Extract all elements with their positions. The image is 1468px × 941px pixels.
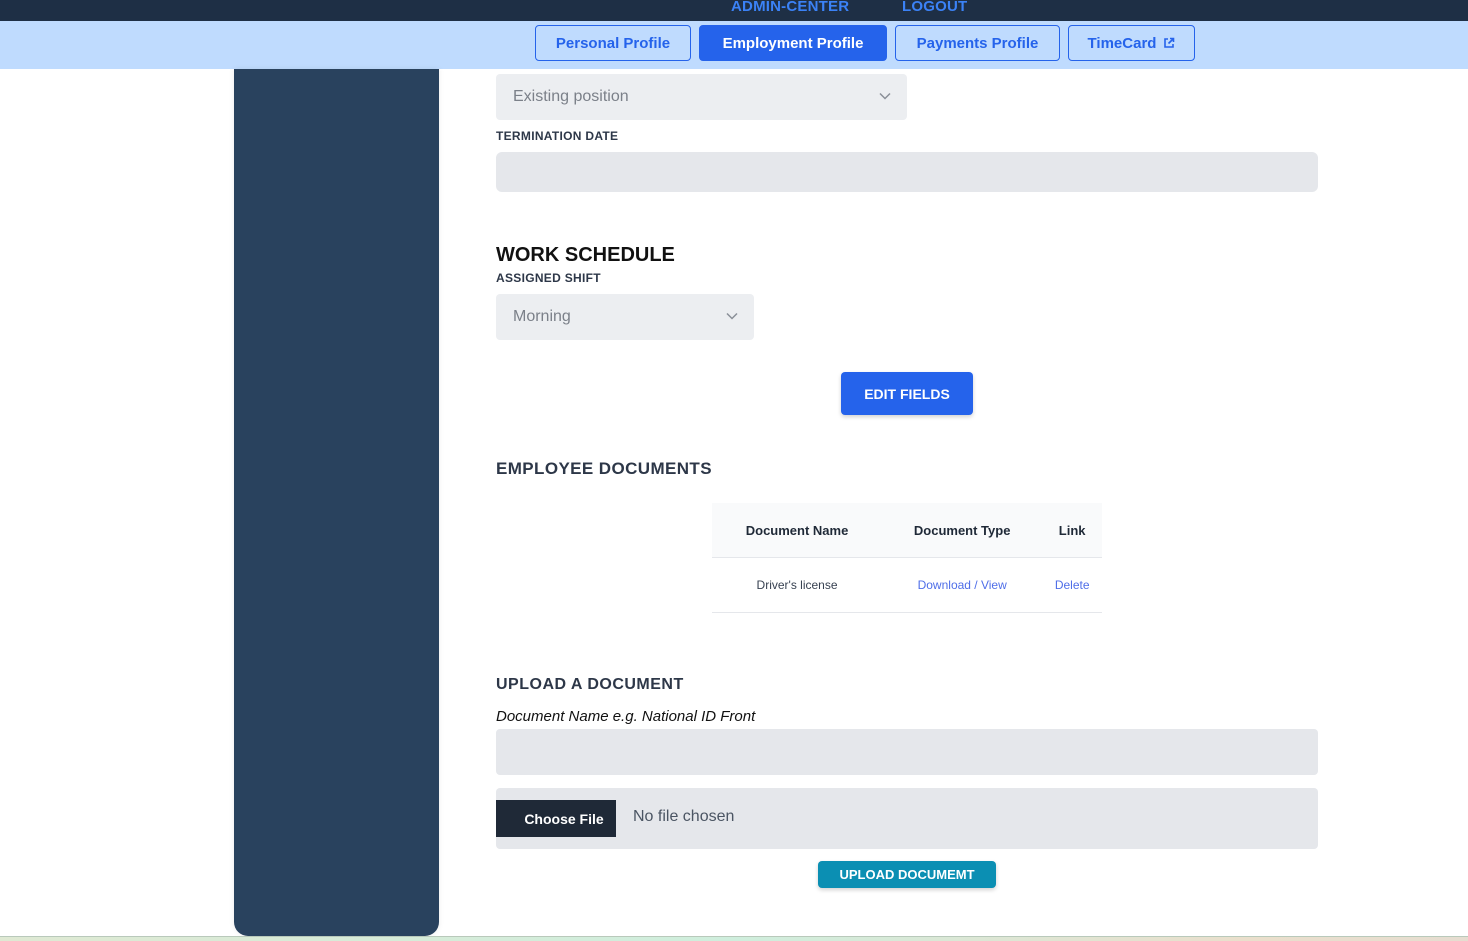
logout-link[interactable]: LOGOUT <box>902 0 967 15</box>
work-schedule-heading: WORK SCHEDULE <box>496 244 675 266</box>
external-link-icon <box>1164 37 1175 48</box>
document-name-cell: Driver's license <box>712 557 883 613</box>
document-name-label: Document Name e.g. National ID Front <box>496 708 756 725</box>
admin-center-link[interactable]: ADMIN-CENTER <box>731 0 849 15</box>
upload-document-heading: UPLOAD A DOCUMENT <box>496 676 684 693</box>
tab-label: Employment Profile <box>722 34 864 52</box>
upload-document-button[interactable]: UPLOAD DOCUMEMT <box>818 861 996 888</box>
employee-documents-heading: EMPLOYEE DOCUMENTS <box>496 459 712 478</box>
sidebar <box>234 69 439 936</box>
chevron-down-icon <box>726 312 738 320</box>
table-row: Driver's license Download / View Delete <box>712 557 1102 613</box>
tab-timecard[interactable]: TimeCard <box>1068 25 1195 61</box>
file-input[interactable]: Choose File No file chosen <box>496 788 1318 849</box>
documents-table: Document Name Document Type Link Driver'… <box>712 503 1102 613</box>
tab-label: Personal Profile <box>555 34 671 52</box>
tab-payments-profile[interactable]: Payments Profile <box>895 25 1060 61</box>
termination-date-input[interactable] <box>496 152 1318 192</box>
position-select[interactable]: Existing position <box>496 74 907 120</box>
chevron-down-icon <box>879 92 891 100</box>
download-view-link[interactable]: Download / View <box>918 578 1007 592</box>
position-select-value: Existing position <box>513 88 629 105</box>
tab-label: TimeCard <box>1087 34 1157 52</box>
assigned-shift-label: ASSIGNED SHIFT <box>496 271 601 285</box>
file-status-text: No file chosen <box>633 808 735 825</box>
termination-date-label: TERMINATION DATE <box>496 129 619 143</box>
assigned-shift-value: Morning <box>513 308 571 325</box>
window-bottom-edge <box>0 936 1468 941</box>
top-nav-bar: ADMIN-CENTER LOGOUT <box>0 0 1468 21</box>
table-header-row: Document Name Document Type Link <box>712 503 1102 558</box>
column-header: Document Name <box>712 503 883 558</box>
tab-personal-profile[interactable]: Personal Profile <box>535 25 691 61</box>
column-header: Document Type <box>882 503 1043 558</box>
assigned-shift-select[interactable]: Morning <box>496 294 754 340</box>
document-name-input[interactable] <box>496 729 1318 775</box>
column-header: Link <box>1042 503 1102 558</box>
profile-tabs: Personal Profile Employment Profile Paym… <box>0 21 1468 69</box>
delete-link[interactable]: Delete <box>1055 578 1090 592</box>
tab-employment-profile[interactable]: Employment Profile <box>699 25 887 61</box>
edit-fields-button[interactable]: EDIT FIELDS <box>841 372 973 415</box>
tab-label: Payments Profile <box>916 34 1039 52</box>
choose-file-button[interactable]: Choose File <box>496 800 616 837</box>
